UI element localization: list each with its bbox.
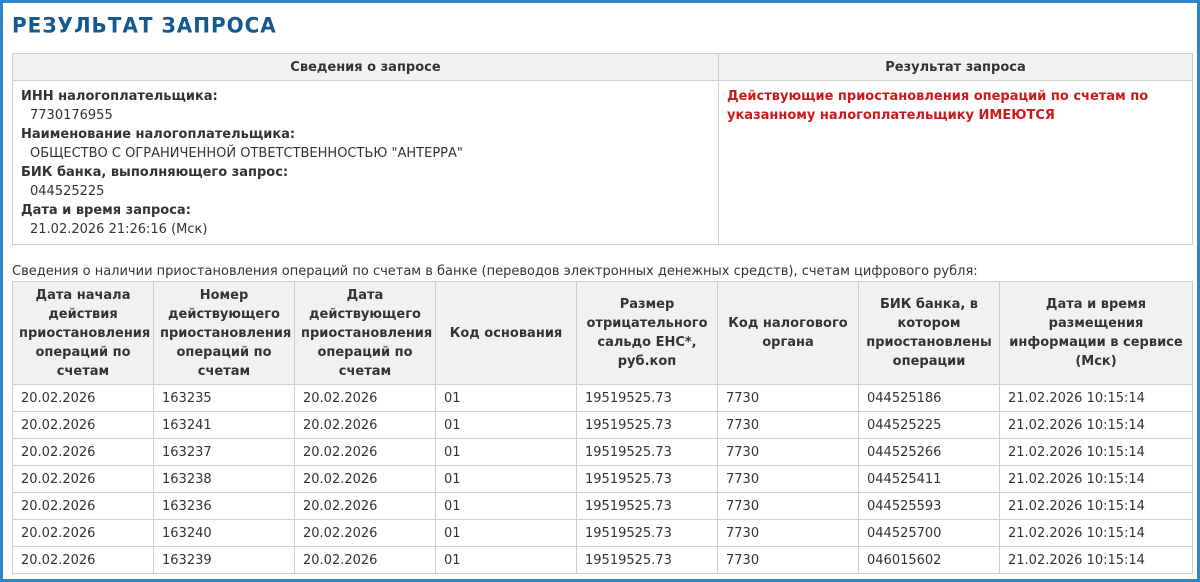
request-result-text: Действующие приостановления операций по … [727, 89, 1149, 123]
column-header-suspension-date: Дата действующего приостановления операц… [294, 281, 436, 385]
tax-office-code-cell: 7730 [717, 546, 859, 574]
negative-balance-cell: 19519525.73 [576, 411, 718, 439]
request-info-header: Сведения о запросе [12, 53, 719, 81]
table-row: 20.02.2026 163237 20.02.2026 01 19519525… [12, 438, 1193, 466]
bank-bik-cell: 044525593 [858, 492, 1000, 520]
suspensions-table: Дата начала действия приостановления опе… [12, 281, 1193, 574]
posted-datetime-cell: 21.02.2026 10:15:14 [999, 519, 1193, 547]
tax-office-code-cell: 7730 [717, 492, 859, 520]
inn-value: 7730176955 [30, 108, 113, 123]
table-row: 20.02.2026 163238 20.02.2026 01 19519525… [12, 465, 1193, 493]
suspension-number-cell: 163237 [153, 438, 295, 466]
start-date-cell: 20.02.2026 [12, 438, 154, 466]
column-header-suspension-number: Номер действующего приостановления опера… [153, 281, 295, 385]
reason-code-cell: 01 [435, 519, 577, 547]
suspension-number-cell: 163240 [153, 519, 295, 547]
suspension-number-cell: 163241 [153, 411, 295, 439]
start-date-cell: 20.02.2026 [12, 546, 154, 574]
column-header-tax-office-code: Код налогового органа [717, 281, 859, 385]
start-date-cell: 20.02.2026 [12, 411, 154, 439]
suspension-number-cell: 163239 [153, 546, 295, 574]
suspensions-caption: Сведения о наличии приостановления опера… [12, 264, 978, 279]
request-info-header-row: Сведения о запросе Результат запроса [12, 53, 1193, 81]
posted-datetime-cell: 21.02.2026 10:15:14 [999, 438, 1193, 466]
posted-datetime-cell: 21.02.2026 10:15:14 [999, 411, 1193, 439]
suspension-date-cell: 20.02.2026 [294, 411, 436, 439]
suspension-date-cell: 20.02.2026 [294, 492, 436, 520]
tax-office-code-cell: 7730 [717, 411, 859, 439]
bank-bik-cell: 044525186 [858, 384, 1000, 412]
table-row: 20.02.2026 163235 20.02.2026 01 19519525… [12, 384, 1193, 412]
bank-bik-cell: 046015602 [858, 546, 1000, 574]
reason-code-cell: 01 [435, 411, 577, 439]
reason-code-cell: 01 [435, 546, 577, 574]
column-header-negative-balance: Размер отрицательного сальдо ЕНС*, руб.к… [576, 281, 718, 385]
request-datetime-value: 21.02.2026 21:26:16 (Мск) [30, 222, 208, 237]
tax-office-code-cell: 7730 [717, 438, 859, 466]
bank-bik-value: 044525225 [30, 184, 105, 199]
page-title: РЕЗУЛЬТАТ ЗАПРОСА [12, 12, 277, 38]
request-details-cell: ИНН налогоплательщика: 7730176955 Наимен… [12, 80, 719, 245]
table-row: 20.02.2026 163240 20.02.2026 01 19519525… [12, 519, 1193, 547]
negative-balance-cell: 19519525.73 [576, 438, 718, 466]
page-frame: РЕЗУЛЬТАТ ЗАПРОСА Сведения о запросе Рез… [0, 0, 1200, 582]
tax-office-code-cell: 7730 [717, 384, 859, 412]
posted-datetime-cell: 21.02.2026 10:15:14 [999, 492, 1193, 520]
suspension-date-cell: 20.02.2026 [294, 546, 436, 574]
posted-datetime-cell: 21.02.2026 10:15:14 [999, 465, 1193, 493]
reason-code-cell: 01 [435, 438, 577, 466]
suspension-number-cell: 163236 [153, 492, 295, 520]
suspension-date-cell: 20.02.2026 [294, 519, 436, 547]
reason-code-cell: 01 [435, 492, 577, 520]
suspension-number-cell: 163238 [153, 465, 295, 493]
request-result-cell: Действующие приостановления операций по … [718, 80, 1193, 245]
negative-balance-cell: 19519525.73 [576, 546, 718, 574]
bank-bik-cell: 044525225 [858, 411, 1000, 439]
request-result-header: Результат запроса [718, 53, 1193, 81]
taxpayer-name-value: ОБЩЕСТВО С ОГРАНИЧЕННОЙ ОТВЕТСТВЕННОСТЬЮ… [30, 146, 463, 161]
suspension-date-cell: 20.02.2026 [294, 465, 436, 493]
suspensions-header-row: Дата начала действия приостановления опе… [12, 281, 1193, 385]
bank-bik-cell: 044525266 [858, 438, 1000, 466]
column-header-reason-code: Код основания [435, 281, 577, 385]
suspension-date-cell: 20.02.2026 [294, 438, 436, 466]
start-date-cell: 20.02.2026 [12, 384, 154, 412]
tax-office-code-cell: 7730 [717, 519, 859, 547]
table-row: 20.02.2026 163241 20.02.2026 01 19519525… [12, 411, 1193, 439]
negative-balance-cell: 19519525.73 [576, 519, 718, 547]
bank-bik-cell: 044525411 [858, 465, 1000, 493]
bank-bik-label: БИК банка, выполняющего запрос: [21, 165, 289, 180]
column-header-bank-bik: БИК банка, в котором приостановлены опер… [858, 281, 1000, 385]
column-header-start-date: Дата начала действия приостановления опе… [12, 281, 154, 385]
suspension-date-cell: 20.02.2026 [294, 384, 436, 412]
reason-code-cell: 01 [435, 384, 577, 412]
table-row: 20.02.2026 163239 20.02.2026 01 19519525… [12, 546, 1193, 574]
start-date-cell: 20.02.2026 [12, 465, 154, 493]
tax-office-code-cell: 7730 [717, 465, 859, 493]
taxpayer-name-label: Наименование налогоплательщика: [21, 127, 296, 142]
negative-balance-cell: 19519525.73 [576, 492, 718, 520]
inn-label: ИНН налогоплательщика: [21, 89, 218, 104]
start-date-cell: 20.02.2026 [12, 492, 154, 520]
suspension-number-cell: 163235 [153, 384, 295, 412]
request-datetime-label: Дата и время запроса: [21, 203, 191, 218]
request-info-table: Сведения о запросе Результат запроса ИНН… [12, 53, 1193, 245]
posted-datetime-cell: 21.02.2026 10:15:14 [999, 384, 1193, 412]
posted-datetime-cell: 21.02.2026 10:15:14 [999, 546, 1193, 574]
start-date-cell: 20.02.2026 [12, 519, 154, 547]
request-info-row: ИНН налогоплательщика: 7730176955 Наимен… [12, 80, 1193, 245]
negative-balance-cell: 19519525.73 [576, 465, 718, 493]
negative-balance-cell: 19519525.73 [576, 384, 718, 412]
table-row: 20.02.2026 163236 20.02.2026 01 19519525… [12, 492, 1193, 520]
bank-bik-cell: 044525700 [858, 519, 1000, 547]
reason-code-cell: 01 [435, 465, 577, 493]
column-header-posted-datetime: Дата и время размещения информации в сер… [999, 281, 1193, 385]
